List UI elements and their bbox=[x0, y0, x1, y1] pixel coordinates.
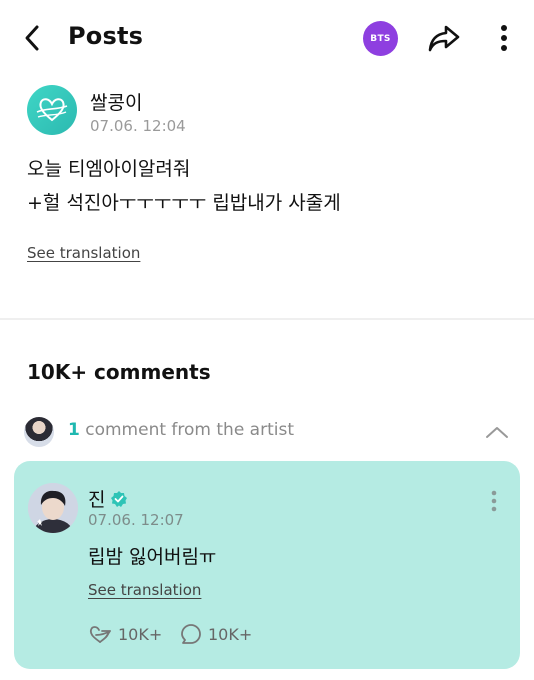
post-body-line: 오늘 티엠아이알려줘 bbox=[27, 158, 191, 180]
artist-name[interactable]: 진 bbox=[88, 485, 128, 512]
top-bar: Posts BTS bbox=[0, 0, 534, 76]
chevron-up-icon bbox=[486, 427, 508, 438]
artist-comments-toggle[interactable]: 1 comment from the artist bbox=[24, 417, 514, 447]
community-badge[interactable]: BTS bbox=[363, 21, 398, 56]
artist-portrait bbox=[28, 483, 78, 533]
back-arrow-icon bbox=[25, 25, 39, 51]
verified-badge-icon bbox=[110, 490, 128, 508]
reply-count: 10K+ bbox=[208, 624, 253, 644]
post-timestamp: 07.06. 12:04 bbox=[90, 117, 186, 135]
more-options-button[interactable] bbox=[490, 22, 518, 54]
artist-comment-count: 1 bbox=[68, 420, 80, 440]
post-body: 오늘 티엠아이알려줘 +헐 석진아ㅜㅜㅜㅜㅜ 립밥내가 사줄게 bbox=[27, 152, 341, 220]
heart-doodle-icon bbox=[36, 98, 68, 122]
comments-count: 10K+ comments bbox=[27, 360, 211, 384]
artist-avatar[interactable] bbox=[28, 483, 78, 533]
collapse-button[interactable] bbox=[484, 421, 510, 443]
back-button[interactable] bbox=[18, 22, 46, 54]
artist-comment-text: comment from the artist bbox=[79, 420, 295, 440]
more-vertical-icon bbox=[491, 490, 497, 512]
see-translation-link[interactable]: See translation bbox=[27, 244, 140, 262]
artist-name-text: 진 bbox=[88, 489, 106, 511]
reply-button[interactable]: 10K+ bbox=[180, 623, 252, 645]
more-vertical-icon bbox=[501, 25, 507, 51]
see-translation-link[interactable]: See translation bbox=[88, 581, 201, 599]
section-divider bbox=[0, 318, 534, 320]
artist-comment-text: 립밤 잃어버림ㅠ bbox=[88, 546, 217, 568]
post-body-line: +헐 석진아ㅜㅜㅜㅜㅜ 립밥내가 사줄게 bbox=[27, 192, 341, 214]
share-icon bbox=[428, 25, 460, 52]
artist-comments-label: 1 comment from the artist bbox=[68, 420, 294, 440]
like-icon bbox=[89, 626, 111, 643]
page-title: Posts bbox=[68, 22, 144, 50]
comment-bubble-icon bbox=[181, 624, 201, 644]
artist-comment-card: 진 07.06. 12:07 립밤 잃어버림ㅠ See translation … bbox=[14, 461, 520, 669]
artist-comment-timestamp: 07.06. 12:07 bbox=[88, 511, 184, 529]
like-count: 10K+ bbox=[118, 624, 163, 644]
artist-mini-avatar bbox=[24, 417, 54, 447]
comment-more-button[interactable] bbox=[484, 487, 504, 515]
author-avatar[interactable] bbox=[27, 85, 77, 135]
author-name[interactable]: 쌀콩이 bbox=[90, 88, 142, 115]
like-button[interactable]: 10K+ bbox=[88, 623, 162, 645]
share-button[interactable] bbox=[426, 22, 462, 54]
